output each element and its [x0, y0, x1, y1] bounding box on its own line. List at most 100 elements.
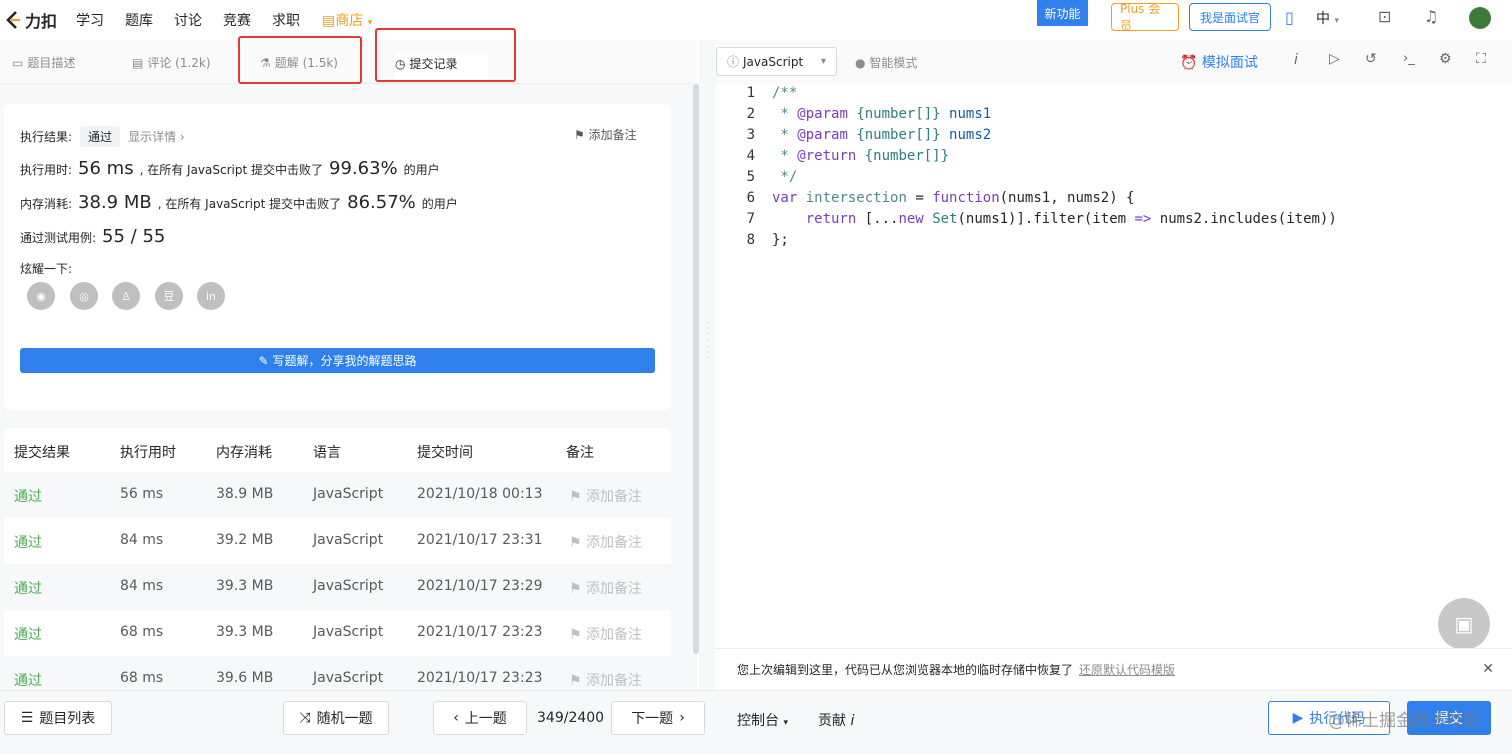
table-row[interactable]: 通过 84 ms 39.2 MB JavaScript 2021/10/17 2…: [4, 518, 671, 564]
cell-add-note[interactable]: ⚑ 添加备注: [569, 670, 642, 690]
add-note-button[interactable]: ⚑ 添加备注: [574, 126, 637, 143]
drag-handle-icon: · · · · · · ·: [707, 318, 710, 363]
cell-result[interactable]: 通过: [14, 486, 42, 506]
nav-jobs[interactable]: 求职: [272, 10, 300, 30]
console-icon[interactable]: ›_: [1403, 51, 1415, 66]
avatar[interactable]: [1469, 7, 1491, 29]
smart-mode-toggle[interactable]: ● 智能模式: [855, 54, 917, 71]
highlight-box-solutions: [238, 36, 362, 84]
line-number: 4: [746, 148, 755, 164]
code-line: * @param {number[]} nums2: [772, 127, 992, 143]
cell-runtime: 56 ms: [120, 486, 164, 502]
line-number: 6: [746, 190, 755, 206]
bottom-bar: ☰ 题目列表 ⤨ 随机一题 ‹ 上一题 349/2400 下一题 › 控制台 ▾ 贡献 …: [0, 690, 1512, 754]
nav-learn[interactable]: 学习: [76, 10, 104, 30]
pencil-icon: ✎: [258, 353, 269, 368]
chevron-down-icon: ▾: [367, 18, 373, 28]
language-switch[interactable]: 中 ▾: [1316, 8, 1339, 28]
cell-runtime: 84 ms: [120, 532, 164, 548]
show-details-link[interactable]: 显示详情 ›: [128, 128, 185, 145]
shop-icon: ▤: [322, 13, 336, 29]
next-problem-button[interactable]: 下一题 ›: [611, 701, 705, 735]
cell-memory: 39.2 MB: [216, 532, 274, 548]
cell-note-label: 添加备注: [586, 581, 643, 597]
status-badge: 通过: [80, 126, 121, 147]
nav-contest[interactable]: 竞赛: [223, 10, 251, 30]
nav-discuss[interactable]: 讨论: [174, 10, 202, 30]
cell-result[interactable]: 通过: [14, 532, 42, 552]
pane-splitter[interactable]: · · · · · · ·: [699, 40, 715, 690]
line-number: 8: [746, 232, 755, 248]
add-note-label: 添加备注: [588, 128, 637, 142]
table-row[interactable]: 通过 56 ms 38.9 MB JavaScript 2021/10/18 0…: [4, 472, 671, 518]
random-problem-button[interactable]: ⤨ 随机一题: [283, 701, 389, 735]
tests-label: 通过测试用例:: [20, 231, 97, 245]
cell-result[interactable]: 通过: [14, 670, 42, 690]
interviewer-button[interactable]: 我是面试官: [1189, 3, 1271, 31]
tab-comments[interactable]: ▤ 评论 (1.2k): [132, 54, 211, 71]
cell-memory: 39.3 MB: [216, 578, 274, 594]
notebook-icon[interactable]: ▣: [1438, 598, 1490, 650]
cell-note-label: 添加备注: [586, 673, 643, 689]
code-line: /**: [772, 85, 798, 101]
cell-language: JavaScript: [313, 578, 384, 594]
cell-language: JavaScript: [313, 670, 384, 686]
left-pane: 执行结果: 通过 显示详情 › ⚑ 添加备注 执行用时: 56 ms , 在所有…: [0, 84, 697, 690]
smart-mode-label: 智能模式: [869, 56, 918, 70]
status-row: 执行结果: 通过 显示详情 ›: [20, 126, 185, 147]
nav-shop[interactable]: ▤商店 ▾: [322, 10, 372, 30]
weibo-icon[interactable]: ◎: [70, 282, 98, 310]
cell-time: 2021/10/17 23:31: [417, 532, 543, 548]
code-editor[interactable]: 1 2 3 4 5 6 7 8 /** * @param {number[]} …: [715, 84, 1512, 648]
cell-runtime: 68 ms: [120, 624, 164, 640]
language-select[interactable]: ⓘ JavaScript ▾: [716, 47, 837, 76]
cell-add-note[interactable]: ⚑ 添加备注: [569, 532, 642, 552]
play-icon[interactable]: ▷: [1329, 51, 1340, 67]
nav-problems[interactable]: 题库: [125, 10, 153, 30]
douban-icon[interactable]: 豆: [155, 282, 183, 310]
table-row[interactable]: 通过 84 ms 39.3 MB JavaScript 2021/10/17 2…: [4, 564, 671, 610]
restore-default-link[interactable]: 还原默认代码模版: [1079, 661, 1175, 678]
terminal-icon[interactable]: ⊡: [1378, 7, 1391, 26]
random-problem-label: 随机一题: [316, 711, 373, 727]
shuffle-icon: ⤨: [299, 710, 311, 726]
linkedin-icon[interactable]: in: [197, 282, 225, 310]
chevron-left-icon: ‹: [453, 710, 459, 726]
contribute-label: 贡献: [818, 713, 846, 729]
bell-icon[interactable]: ♫: [1424, 7, 1438, 26]
settings-icon[interactable]: ⚙: [1439, 51, 1452, 67]
new-feature-badge[interactable]: 新功能: [1037, 0, 1088, 26]
contribute-button[interactable]: 贡献 i: [818, 710, 854, 730]
mobile-icon[interactable]: ▯: [1285, 8, 1294, 27]
chevron-down-icon: ▾: [820, 56, 826, 67]
wechat-icon[interactable]: ◉: [27, 282, 55, 310]
console-toggle[interactable]: 控制台 ▾: [737, 710, 788, 730]
plus-member-button[interactable]: Plus 会员: [1111, 2, 1179, 33]
flag-icon: ⚑: [569, 535, 582, 551]
cell-add-note[interactable]: ⚑ 添加备注: [569, 486, 642, 506]
fullscreen-icon[interactable]: ⛶: [1476, 51, 1486, 67]
prev-problem-button[interactable]: ‹ 上一题: [433, 701, 527, 735]
logo[interactable]: 力扣: [4, 8, 57, 32]
qq-icon[interactable]: ♙: [112, 282, 140, 310]
write-solution-button[interactable]: ✎ 写题解，分享我的解题思路: [20, 348, 655, 373]
table-row[interactable]: 通过 68 ms 39.6 MB JavaScript 2021/10/17 2…: [4, 656, 671, 690]
info-italic-icon[interactable]: i: [1294, 52, 1298, 68]
cell-note-label: 添加备注: [586, 489, 643, 505]
alarm-icon: ⏰: [1180, 55, 1198, 71]
table-row[interactable]: 通过 68 ms 39.3 MB JavaScript 2021/10/17 2…: [4, 610, 671, 656]
cell-result[interactable]: 通过: [14, 578, 42, 598]
tab-description[interactable]: ▭ 题目描述: [12, 54, 75, 71]
cell-language: JavaScript: [313, 486, 384, 502]
cell-memory: 39.3 MB: [216, 624, 274, 640]
runtime-value: 56 ms: [78, 158, 134, 179]
close-icon[interactable]: ✕: [1482, 661, 1494, 677]
info-icon: ⓘ: [727, 55, 740, 69]
flag-icon: ⚑: [569, 627, 582, 643]
cell-add-note[interactable]: ⚑ 添加备注: [569, 624, 642, 644]
cell-add-note[interactable]: ⚑ 添加备注: [569, 578, 642, 598]
problem-list-button[interactable]: ☰ 题目列表: [4, 701, 112, 735]
cell-result[interactable]: 通过: [14, 624, 42, 644]
mock-interview-button[interactable]: ⏰ 模拟面试: [1180, 52, 1258, 72]
reset-icon[interactable]: ↺: [1365, 51, 1377, 67]
